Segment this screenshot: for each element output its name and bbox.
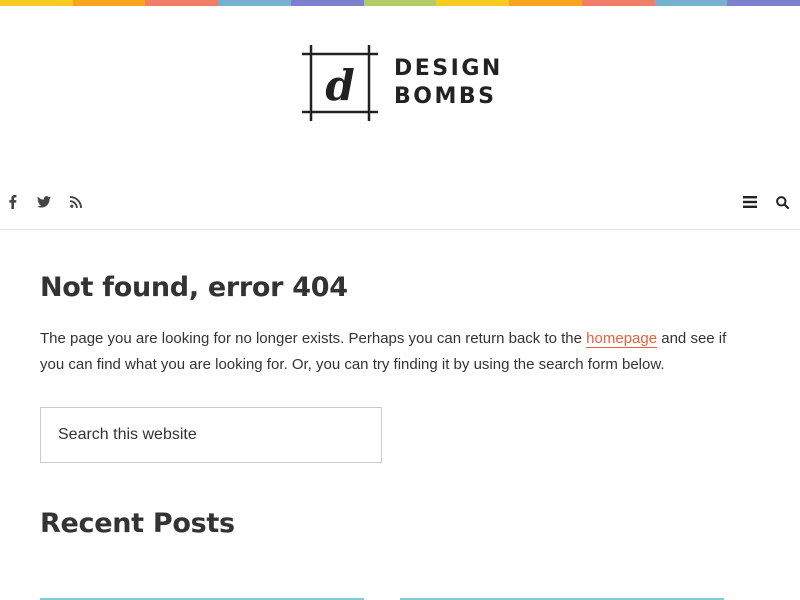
top-bar-segment	[0, 0, 73, 6]
facebook-icon[interactable]	[0, 190, 24, 214]
brand-name: DESIGN BOMBS	[394, 55, 503, 111]
error-message: The page you are looking for no longer e…	[40, 326, 730, 378]
top-bar-segment	[218, 0, 291, 6]
twitter-icon[interactable]	[32, 190, 56, 214]
brand-name-line-2: BOMBS	[394, 84, 497, 109]
top-bar-segment	[363, 0, 437, 6]
header-divider	[0, 229, 800, 230]
logo-mark-icon: d	[302, 45, 378, 121]
top-bar-segment	[654, 0, 728, 6]
main-content: Not found, error 404 The page you are lo…	[40, 270, 740, 542]
search-icon[interactable]	[770, 190, 794, 214]
rss-icon[interactable]	[64, 190, 88, 214]
search-input[interactable]	[58, 426, 358, 444]
menu-icon[interactable]	[738, 190, 762, 214]
site-logo-link[interactable]: d DESIGN BOMBS	[302, 45, 503, 121]
top-bar-segment	[509, 0, 582, 6]
top-bar-segment	[727, 0, 800, 6]
header-tools	[730, 190, 794, 214]
logo-letter: d	[325, 61, 354, 110]
error-message-text-before: The page you are looking for no longer e…	[40, 330, 587, 347]
top-bar-segment	[581, 0, 655, 6]
top-bar-segment	[436, 0, 510, 6]
social-links	[0, 190, 96, 214]
rainbow-top-bar	[0, 0, 800, 6]
top-bar-segment	[290, 0, 364, 6]
top-bar-segment	[72, 0, 146, 6]
homepage-link[interactable]: homepage	[586, 330, 658, 348]
top-bar-segment	[145, 0, 219, 6]
brand-name-line-1: DESIGN	[394, 56, 503, 81]
search-form	[40, 407, 382, 463]
page-title: Not found, error 404	[40, 272, 348, 303]
recent-posts-heading: Recent Posts	[40, 508, 235, 539]
